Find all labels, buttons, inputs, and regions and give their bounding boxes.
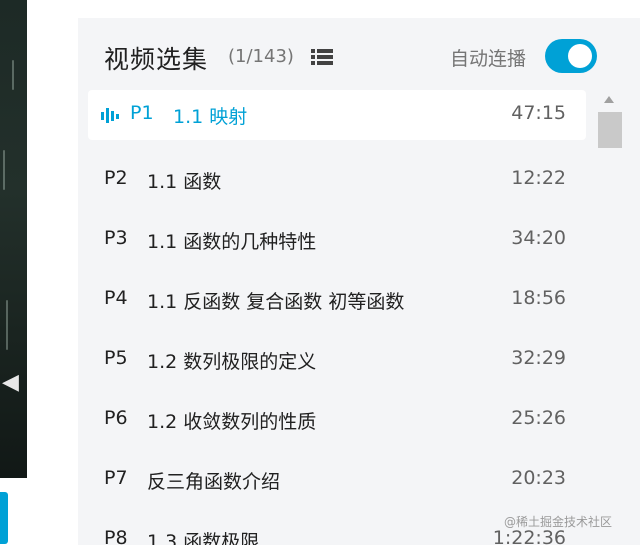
episode-duration: 47:15 bbox=[511, 102, 566, 124]
autoplay-toggle[interactable] bbox=[545, 39, 597, 73]
scroll-thumb[interactable] bbox=[598, 112, 622, 148]
episode-duration: 32:29 bbox=[511, 347, 566, 369]
episode-item-p4[interactable]: P4 1.1 反函数 复合函数 初等函数 18:56 bbox=[88, 270, 586, 330]
episode-title: 1.1 反函数 复合函数 初等函数 bbox=[147, 291, 405, 313]
episode-count: (1/143) bbox=[228, 46, 294, 67]
episode-duration: 34:20 bbox=[511, 227, 566, 249]
episode-list: P1 1.1 映射 47:15 P2 1.1 函数 12:22 P3 1.1 函… bbox=[88, 90, 586, 545]
episode-index: P5 bbox=[104, 347, 128, 369]
episode-title: 1.2 数列极限的定义 bbox=[147, 351, 317, 373]
video-player-edge: ◀ bbox=[0, 0, 27, 478]
toggle-knob bbox=[568, 44, 592, 68]
episode-index: P7 bbox=[104, 467, 128, 489]
episode-duration: 12:22 bbox=[511, 167, 566, 189]
episode-title: 1.1 映射 bbox=[173, 106, 248, 128]
episode-item-p5[interactable]: P5 1.2 数列极限的定义 32:29 bbox=[88, 330, 586, 390]
episode-index: P4 bbox=[104, 287, 128, 309]
episode-item-p1[interactable]: P1 1.1 映射 47:15 bbox=[88, 90, 586, 140]
scroll-up-arrow-icon[interactable] bbox=[604, 96, 614, 103]
episode-item-p2[interactable]: P2 1.1 函数 12:22 bbox=[88, 150, 586, 210]
episode-title: 1.2 收敛数列的性质 bbox=[147, 411, 317, 433]
episode-item-p6[interactable]: P6 1.2 收敛数列的性质 25:26 bbox=[88, 390, 586, 450]
episode-duration: 18:56 bbox=[511, 287, 566, 309]
episode-title: 1.3 函数极限 bbox=[147, 531, 260, 545]
side-tab[interactable] bbox=[0, 492, 8, 544]
episode-item-p7[interactable]: P7 反三角函数介绍 20:23 bbox=[88, 450, 586, 510]
episode-duration: 20:23 bbox=[511, 467, 566, 489]
episode-index: P2 bbox=[104, 167, 128, 189]
episode-item-p3[interactable]: P3 1.1 函数的几种特性 34:20 bbox=[88, 210, 586, 270]
episode-index: P1 bbox=[130, 102, 154, 124]
autoplay-label: 自动连播 bbox=[450, 48, 527, 70]
episode-title: 1.1 函数 bbox=[147, 171, 222, 193]
panel-header: 视频选集 (1/143) 自动连播 bbox=[78, 18, 640, 90]
episode-title: 反三角函数介绍 bbox=[147, 471, 281, 493]
playing-indicator-icon bbox=[101, 108, 119, 123]
episode-title: 1.1 函数的几种特性 bbox=[147, 231, 317, 253]
episode-index: P3 bbox=[104, 227, 128, 249]
list-icon[interactable] bbox=[311, 48, 333, 66]
episode-index: P6 bbox=[104, 407, 128, 429]
watermark: @稀土掘金技术社区 bbox=[504, 515, 613, 529]
player-control-icon[interactable]: ◀ bbox=[2, 372, 19, 394]
episode-index: P8 bbox=[104, 527, 128, 545]
episode-list-scrollbar[interactable] bbox=[597, 90, 622, 545]
panel-title: 视频选集 bbox=[104, 45, 209, 74]
episode-duration: 25:26 bbox=[511, 407, 566, 429]
episode-panel: 视频选集 (1/143) 自动连播 P1 1.1 映射 47:15 P2 1.1… bbox=[78, 18, 640, 545]
